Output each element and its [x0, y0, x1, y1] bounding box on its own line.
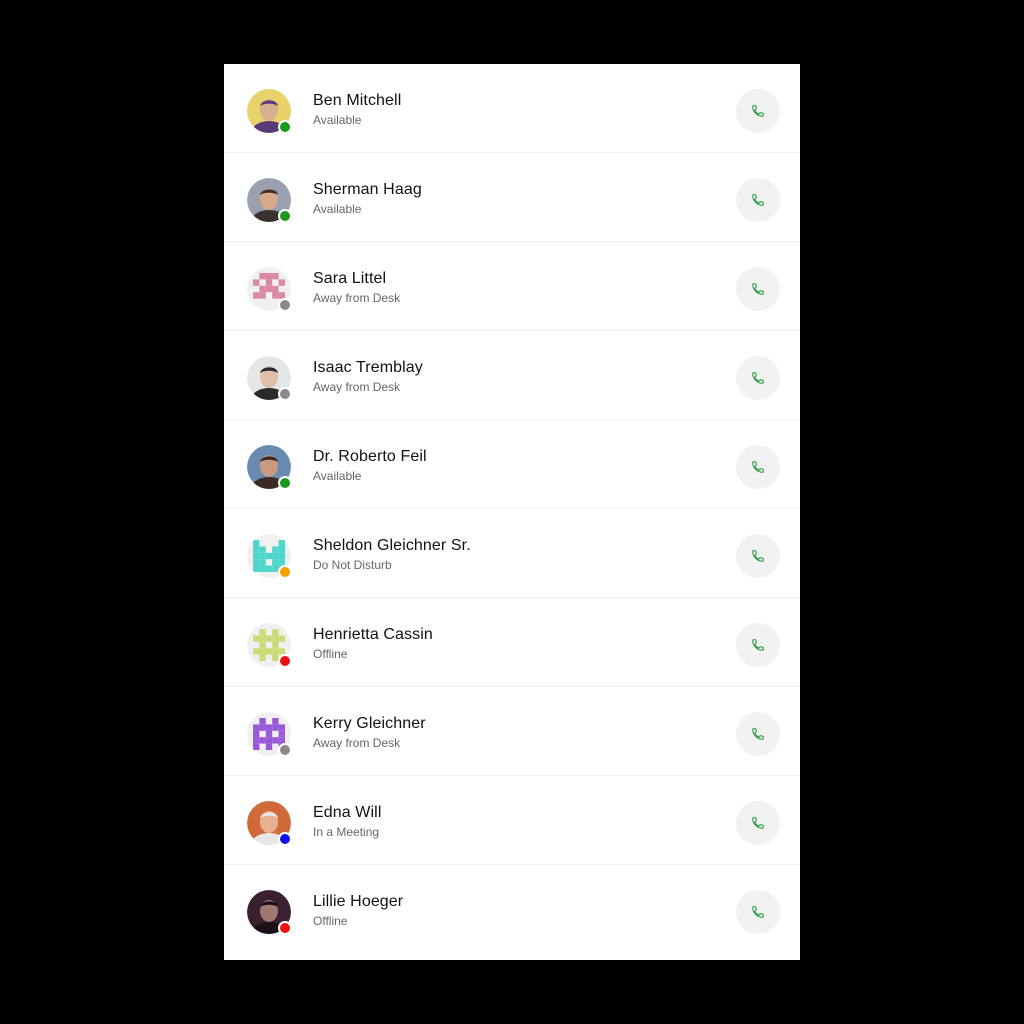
phone-icon — [752, 105, 764, 117]
phone-icon — [752, 906, 764, 918]
contact-status: Away from Desk — [313, 291, 401, 305]
call-button[interactable] — [736, 267, 780, 311]
contact-status: Available — [313, 113, 362, 127]
contact-name: Kerry Gleichner — [313, 715, 426, 732]
contact-status: Offline — [313, 647, 348, 661]
contact-status: Do Not Disturb — [313, 558, 392, 572]
status-dot-available — [278, 209, 292, 223]
call-button[interactable] — [736, 89, 780, 133]
call-button[interactable] — [736, 623, 780, 667]
contact-list-panel: Ben Mitchell Available Sherman Haag Avai… — [224, 64, 800, 960]
contact-status: In a Meeting — [313, 825, 380, 839]
contact-name: Isaac Tremblay — [313, 359, 423, 376]
contact-status: Away from Desk — [313, 380, 401, 394]
call-button[interactable] — [736, 801, 780, 845]
status-dot-dnd — [278, 565, 292, 579]
status-dot-offline — [278, 921, 292, 935]
status-dot-offline — [278, 654, 292, 668]
contact-text: Lillie Hoeger Offline — [313, 893, 403, 928]
contact-row-3[interactable]: Sara Littel Away from Desk — [224, 242, 800, 331]
phone-icon — [752, 372, 764, 384]
contact-text: Sheldon Gleichner Sr. Do Not Disturb — [313, 537, 471, 572]
status-dot-away — [278, 387, 292, 401]
phone-icon — [752, 817, 764, 829]
avatar — [247, 356, 292, 401]
contact-name: Sara Littel — [313, 270, 387, 287]
contact-name: Lillie Hoeger — [313, 893, 404, 910]
contact-text: Dr. Roberto Feil Available — [313, 448, 427, 483]
call-button[interactable] — [736, 534, 780, 578]
contact-status: Available — [313, 469, 362, 483]
call-button[interactable] — [736, 178, 780, 222]
contact-status: Available — [313, 202, 362, 216]
status-dot-away — [278, 298, 292, 312]
contact-row-4[interactable]: Isaac Tremblay Away from Desk — [224, 331, 800, 420]
phone-icon — [752, 639, 764, 651]
status-dot-available — [278, 120, 292, 134]
contact-row-9[interactable]: Edna Will In a Meeting — [224, 776, 800, 865]
avatar — [247, 267, 292, 312]
phone-icon — [752, 461, 764, 473]
call-button[interactable] — [736, 356, 780, 400]
call-button[interactable] — [736, 445, 780, 489]
contact-name: Edna Will — [313, 804, 382, 821]
contact-row-6[interactable]: Sheldon Gleichner Sr. Do Not Disturb — [224, 509, 800, 598]
phone-icon — [752, 728, 764, 740]
avatar — [247, 445, 292, 490]
contact-name: Dr. Roberto Feil — [313, 448, 427, 465]
avatar — [247, 534, 292, 579]
contact-row-7[interactable]: Henrietta Cassin Offline — [224, 598, 800, 687]
avatar — [247, 801, 292, 846]
avatar — [247, 178, 292, 223]
phone-icon — [752, 194, 764, 206]
contact-row-8[interactable]: Kerry Gleichner Away from Desk — [224, 687, 800, 776]
phone-icon — [752, 550, 764, 562]
contact-row-2[interactable]: Sherman Haag Available — [224, 153, 800, 242]
phone-icon — [752, 283, 764, 295]
contact-text: Isaac Tremblay Away from Desk — [313, 359, 423, 394]
status-dot-available — [278, 476, 292, 490]
contact-row-10[interactable]: Lillie Hoeger Offline — [224, 865, 800, 956]
call-button[interactable] — [736, 890, 780, 934]
avatar — [247, 712, 292, 757]
contact-text: Sherman Haag Available — [313, 181, 422, 216]
contact-name: Henrietta Cassin — [313, 626, 433, 643]
status-dot-away — [278, 743, 292, 757]
contact-status: Offline — [313, 914, 348, 928]
status-dot-meeting — [278, 832, 292, 846]
contact-list: Ben Mitchell Available Sherman Haag Avai… — [224, 64, 800, 956]
contact-row-5[interactable]: Dr. Roberto Feil Available — [224, 420, 800, 509]
contact-name: Ben Mitchell — [313, 92, 402, 109]
avatar — [247, 623, 292, 668]
contact-name: Sherman Haag — [313, 181, 422, 198]
avatar — [247, 890, 292, 935]
contact-text: Sara Littel Away from Desk — [313, 270, 400, 305]
contact-text: Henrietta Cassin Offline — [313, 626, 433, 661]
avatar — [247, 89, 292, 134]
contact-text: Kerry Gleichner Away from Desk — [313, 715, 426, 750]
contact-status: Away from Desk — [313, 736, 401, 750]
contact-text: Edna Will In a Meeting — [313, 804, 381, 839]
contact-row-1[interactable]: Ben Mitchell Available — [224, 64, 800, 153]
contact-name: Sheldon Gleichner Sr. — [313, 537, 471, 554]
call-button[interactable] — [736, 712, 780, 756]
contact-text: Ben Mitchell Available — [313, 92, 401, 127]
